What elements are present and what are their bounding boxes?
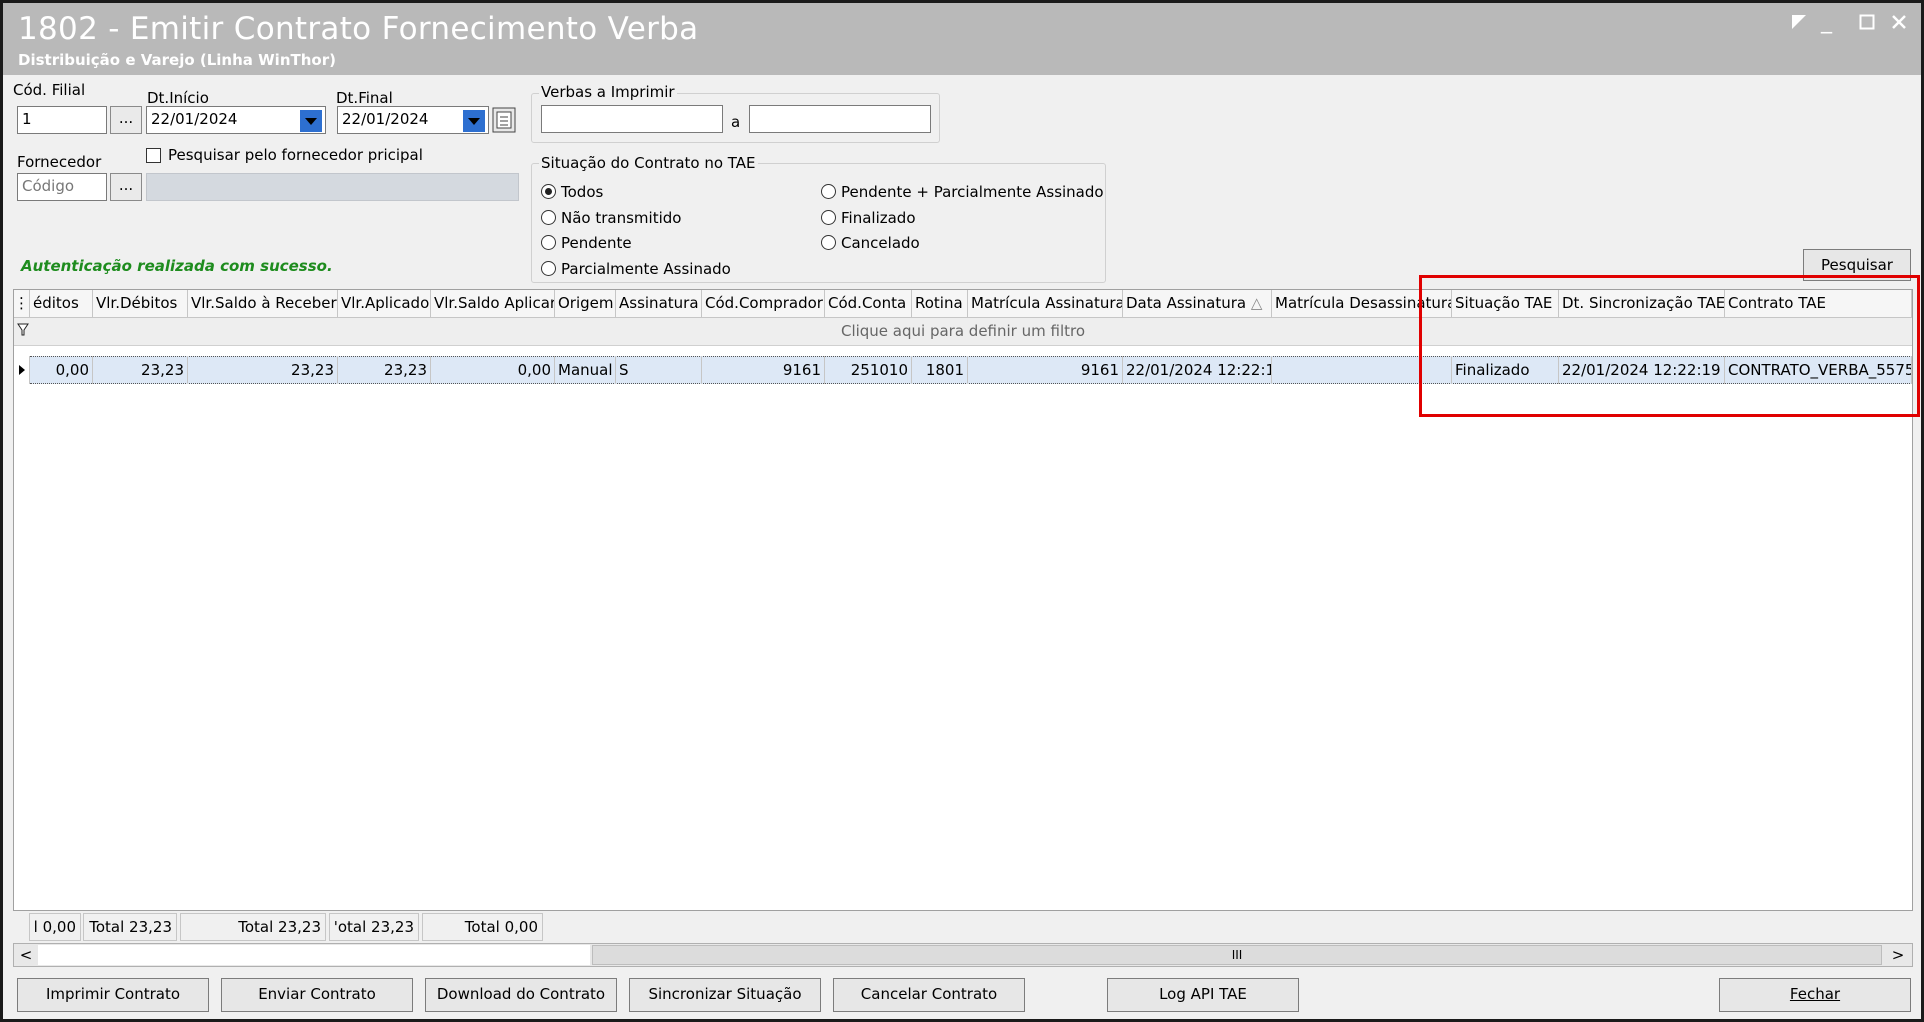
close-icon[interactable] (1891, 13, 1907, 35)
highlight-box (1419, 275, 1920, 417)
row-indicator-icon (14, 356, 30, 384)
maximize-icon[interactable] (1859, 13, 1875, 35)
verbas-label: Verbas a Imprimir (539, 83, 677, 101)
radio-icon (821, 184, 836, 199)
scroll-track[interactable] (38, 945, 590, 965)
dt-inicio-label: Dt.Início (147, 89, 209, 107)
imprimir-contrato-button[interactable]: Imprimir Contrato (17, 978, 209, 1012)
cell-creditos[interactable]: 0,00 (30, 356, 93, 384)
radio-finalizado[interactable]: Finalizado (821, 209, 916, 227)
verba-separator: a (731, 113, 741, 131)
radio-icon (541, 210, 556, 225)
cell-saldo-receber[interactable]: 23,23 (188, 356, 338, 384)
auth-status-message: Autenticação realizada com sucesso. (21, 257, 333, 275)
window-subtitle: Distribuição e Varejo (Linha WinThor) (18, 51, 336, 69)
horizontal-scrollbar[interactable]: < III > (13, 943, 1913, 967)
chevron-down-icon[interactable] (463, 110, 485, 132)
fechar-button[interactable]: Fechar (1719, 978, 1911, 1012)
col-saldo-receber[interactable]: Vlr.Saldo à Receber (188, 290, 338, 318)
cell-rotina[interactable]: 1801 (912, 356, 968, 384)
log-api-tae-button[interactable]: Log API TAE (1107, 978, 1299, 1012)
enviar-contrato-button[interactable]: Enviar Contrato (221, 978, 413, 1012)
dt-inicio-value: 22/01/2024 (151, 110, 238, 128)
fornecedor-principal-label: Pesquisar pelo fornecedor pricipal (168, 146, 423, 164)
sort-ascending-icon: △ (1250, 294, 1263, 312)
radio-icon (821, 235, 836, 250)
scroll-right-icon[interactable]: > (1888, 945, 1908, 965)
window-title: 1802 - Emitir Contrato Fornecimento Verb… (18, 11, 699, 47)
verba-from-input[interactable] (541, 105, 723, 133)
dt-inicio-field[interactable]: 22/01/2024 (146, 106, 326, 134)
dt-final-value: 22/01/2024 (342, 110, 429, 128)
scroll-thumb[interactable]: III (592, 945, 1882, 965)
col-cod-conta[interactable]: Cód.Conta (825, 290, 912, 318)
cell-vlr-debitos[interactable]: 23,23 (93, 356, 188, 384)
download-contrato-button[interactable]: Download do Contrato (425, 978, 617, 1012)
fornecedor-principal-checkbox[interactable] (146, 148, 161, 163)
cell-assinatura[interactable]: S (616, 356, 702, 384)
total-debitos: Total 23,23 (83, 913, 177, 941)
fornecedor-name-field (146, 173, 519, 201)
col-vlr-aplicado[interactable]: Vlr.Aplicado (338, 290, 431, 318)
situacao-label: Situação do Contrato no TAE (539, 154, 758, 172)
cell-vlr-aplicado[interactable]: 23,23 (338, 356, 431, 384)
cell-cod-comprador[interactable]: 9161 (702, 356, 825, 384)
col-origem[interactable]: Origem (555, 290, 616, 318)
total-saldo-aplicar: Total 0,00 (422, 913, 543, 941)
col-data-assinatura[interactable]: Data Assinatura △ (1123, 290, 1272, 318)
scroll-left-icon[interactable]: < (16, 945, 36, 965)
radio-selected-icon (541, 184, 556, 199)
fornecedor-label: Fornecedor (17, 153, 102, 171)
dt-final-field[interactable]: 22/01/2024 (337, 106, 489, 134)
sincronizar-situacao-button[interactable]: Sincronizar Situação (629, 978, 821, 1012)
total-creditos: l 0,00 (29, 913, 81, 941)
total-saldo-receber: Total 23,23 (180, 913, 326, 941)
fornecedor-code-input[interactable]: Código (17, 173, 107, 201)
fornecedor-lookup-button[interactable]: ... (110, 173, 142, 201)
chevron-down-icon[interactable] (300, 110, 322, 132)
cell-saldo-aplicar[interactable]: 0,00 (431, 356, 555, 384)
filial-input[interactable]: 1 (17, 106, 107, 134)
col-cod-comprador[interactable]: Cód.Comprador (702, 290, 825, 318)
radio-icon (541, 235, 556, 250)
radio-parcialmente-assinado[interactable]: Parcialmente Assinado (541, 260, 731, 278)
restore-icon[interactable] (1791, 13, 1807, 35)
verba-to-input[interactable] (749, 105, 931, 133)
cell-matricula-assinatura[interactable]: 9161 (968, 356, 1123, 384)
title-bar[interactable]: 1802 - Emitir Contrato Fornecimento Verb… (3, 3, 1921, 75)
minimize-icon[interactable]: _ (1821, 11, 1832, 33)
radio-pendente[interactable]: Pendente (541, 234, 632, 252)
col-rotina[interactable]: Rotina (912, 290, 968, 318)
col-assinatura[interactable]: Assinatura (616, 290, 702, 318)
col-vlr-debitos[interactable]: Vlr.Débitos (93, 290, 188, 318)
cell-data-assinatura[interactable]: 22/01/2024 12:22:1 (1123, 356, 1272, 384)
filial-lookup-button[interactable]: ... (110, 106, 142, 134)
cell-cod-conta[interactable]: 251010 (825, 356, 912, 384)
radio-todos[interactable]: Todos (541, 183, 603, 201)
radio-pendente-parcial[interactable]: Pendente + Parcialmente Assinado (821, 183, 1104, 201)
radio-cancelado[interactable]: Cancelado (821, 234, 920, 252)
cell-origem[interactable]: Manual (555, 356, 616, 384)
total-aplicado: 'otal 23,23 (329, 913, 419, 941)
col-saldo-aplicar[interactable]: Vlr.Saldo Aplicar (431, 290, 555, 318)
column-chooser-icon[interactable]: ⋮ (14, 290, 30, 318)
radio-icon (821, 210, 836, 225)
col-creditos[interactable]: éditos (30, 290, 93, 318)
radio-icon (541, 261, 556, 276)
col-matricula-assinatura[interactable]: Matrícula Assinatura (968, 290, 1123, 318)
cancelar-contrato-button[interactable]: Cancelar Contrato (833, 978, 1025, 1012)
calendar-icon[interactable] (491, 106, 517, 134)
filial-label: Cód. Filial (13, 81, 86, 99)
dt-final-label: Dt.Final (336, 89, 393, 107)
radio-nao-transmitido[interactable]: Não transmitido (541, 209, 681, 227)
main-window: 1802 - Emitir Contrato Fornecimento Verb… (0, 0, 1924, 1022)
